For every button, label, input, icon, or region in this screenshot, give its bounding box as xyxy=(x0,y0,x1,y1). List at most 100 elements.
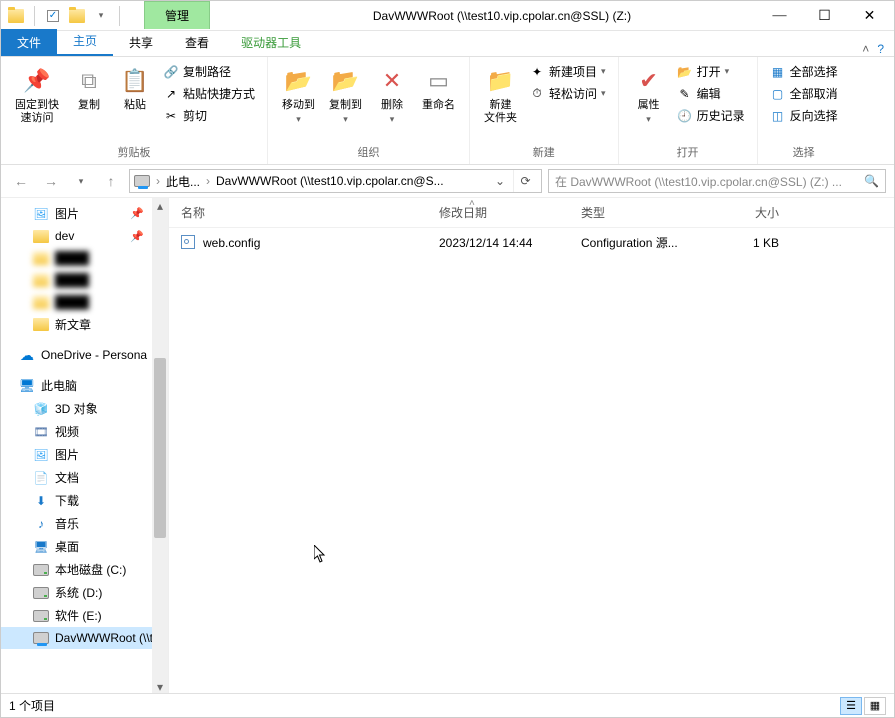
copy-path-button[interactable]: 🔗复制路径 xyxy=(159,61,259,82)
selectnone-icon: ▢ xyxy=(770,86,786,102)
cut-button[interactable]: ✂剪切 xyxy=(159,105,259,126)
scroll-up-icon[interactable]: ▴ xyxy=(152,198,168,214)
tab-drive-tools[interactable]: 驱动器工具 xyxy=(225,29,317,56)
delete-icon: ✕ xyxy=(376,65,408,97)
pc-icon: 🖥 xyxy=(19,378,35,394)
file-list[interactable]: ˄ 名称 修改日期 类型 大小 web.config 2023/12/14 14… xyxy=(169,198,894,695)
up-button[interactable]: ↑ xyxy=(99,169,123,193)
copy-button[interactable]: ⧉ 复制 xyxy=(67,61,111,116)
search-icon: 🔍 xyxy=(864,174,879,188)
download-icon: ⬇ xyxy=(33,493,49,509)
tree-item-local-c[interactable]: 本地磁盘 (C:) xyxy=(1,558,168,581)
rename-button[interactable]: ▭重命名 xyxy=(416,61,461,116)
delete-button[interactable]: ✕删除▾ xyxy=(370,61,414,129)
select-none-button[interactable]: ▢全部取消 xyxy=(766,83,842,104)
documents-icon: 📄 xyxy=(33,470,49,486)
col-date[interactable]: 修改日期 xyxy=(439,204,581,221)
back-button[interactable]: ← xyxy=(9,169,33,193)
close-button[interactable]: ✕ xyxy=(847,3,892,29)
easyaccess-icon: ⏱ xyxy=(529,86,545,102)
maximize-button[interactable]: ☐ xyxy=(802,3,847,29)
view-details-button[interactable]: ☰ xyxy=(840,697,862,715)
address-dropdown-icon[interactable]: ⌄ xyxy=(491,174,509,188)
file-type: Configuration 源... xyxy=(581,234,699,251)
pin-icon: 📌 xyxy=(21,65,53,97)
open-button[interactable]: 📂打开 ▾ xyxy=(673,61,749,82)
qat-dropdown-icon[interactable]: ▾ xyxy=(92,7,110,25)
pin-indicator-icon: 📌 xyxy=(130,207,144,220)
history-button[interactable]: 🕘历史记录 xyxy=(673,105,749,126)
paste-button[interactable]: 📋 粘贴 xyxy=(113,61,157,116)
file-row[interactable]: web.config 2023/12/14 14:44 Configuratio… xyxy=(169,228,894,257)
tree-item-hidden[interactable]: ████ xyxy=(1,291,168,313)
column-headers[interactable]: 名称 修改日期 类型 大小 xyxy=(169,198,894,228)
minimize-button[interactable]: — xyxy=(757,3,802,29)
tree-item-hidden[interactable]: ████ xyxy=(1,247,168,269)
tree-item-dav[interactable]: DavWWWRoot (\\t xyxy=(1,627,168,649)
tree-item-sys-d[interactable]: 系统 (D:) xyxy=(1,581,168,604)
tree-item-downloads[interactable]: ⬇下载 xyxy=(1,489,168,512)
sort-indicator-icon: ˄ xyxy=(469,198,475,209)
view-icons-button[interactable]: ▦ xyxy=(864,697,886,715)
ribbon: 📌 固定到快 速访问 ⧉ 复制 📋 粘贴 🔗复制路径 ↗粘贴快捷方式 ✂剪切 剪… xyxy=(1,57,894,165)
tree-item-dev[interactable]: dev📌 xyxy=(1,225,168,247)
onedrive-icon: ☁ xyxy=(19,347,35,363)
path-icon: 🔗 xyxy=(163,64,179,80)
tree-item-pictures[interactable]: 🖼图片 xyxy=(1,443,168,466)
properties-icon: ✔ xyxy=(633,65,665,97)
easy-access-button[interactable]: ⏱轻松访问 ▾ xyxy=(525,83,610,104)
tree-item-desktop[interactable]: 🖥桌面 xyxy=(1,535,168,558)
col-type[interactable]: 类型 xyxy=(581,204,699,221)
tree-item-videos[interactable]: 🎞视频 xyxy=(1,420,168,443)
tab-file[interactable]: 文件 xyxy=(1,29,57,56)
app-folder-icon xyxy=(7,7,25,25)
recent-dropdown[interactable]: ▾ xyxy=(69,169,93,193)
help-icon[interactable]: ? xyxy=(877,42,884,56)
tree-item-documents[interactable]: 📄文档 xyxy=(1,466,168,489)
tree-item-soft-e[interactable]: 软件 (E:) xyxy=(1,604,168,627)
ribbon-group-select: ▦全部选择 ▢全部取消 ◫反向选择 选择 xyxy=(758,57,850,164)
contextual-tab-manage[interactable]: 管理 xyxy=(144,1,210,29)
clipboard-group-label: 剪贴板 xyxy=(118,142,151,162)
invert-selection-button[interactable]: ◫反向选择 xyxy=(766,105,842,126)
tree-item-music[interactable]: ♪音乐 xyxy=(1,512,168,535)
move-to-button[interactable]: 📂移动到▾ xyxy=(276,61,321,129)
paste-icon: 📋 xyxy=(119,65,151,97)
new-item-button[interactable]: ✦新建项目 ▾ xyxy=(525,61,610,82)
edit-button[interactable]: ✎编辑 xyxy=(673,83,749,104)
new-folder-button[interactable]: 📁新建 文件夹 xyxy=(478,61,523,129)
tree-scrollbar[interactable]: ▴ ▾ xyxy=(152,198,168,695)
new-folder-icon: 📁 xyxy=(485,65,517,97)
ribbon-group-new: 📁新建 文件夹 ✦新建项目 ▾ ⏱轻松访问 ▾ 新建 xyxy=(470,57,619,164)
pin-quickaccess-button[interactable]: 📌 固定到快 速访问 xyxy=(9,61,65,129)
address-bar[interactable]: › 此电... › DavWWWRoot (\\test10.vip.cpola… xyxy=(129,169,542,193)
file-date: 2023/12/14 14:44 xyxy=(439,236,581,250)
tab-view[interactable]: 查看 xyxy=(169,29,225,56)
scissors-icon: ✂ xyxy=(163,108,179,124)
search-box[interactable]: 在 DavWWWRoot (\\test10.vip.cpolar.cn@SSL… xyxy=(548,169,886,193)
ribbon-collapse-icon[interactable]: ˄ xyxy=(862,42,869,56)
col-size[interactable]: 大小 xyxy=(699,204,779,221)
scroll-thumb[interactable] xyxy=(154,358,166,538)
refresh-button[interactable]: ⟳ xyxy=(513,170,537,192)
navigation-tree[interactable]: 🖼图片📌 dev📌 ████ ████ ████ 新文章 ☁OneDrive -… xyxy=(1,198,169,695)
tab-home[interactable]: 主页 xyxy=(57,27,113,56)
tree-item-hidden[interactable]: ████ xyxy=(1,269,168,291)
properties-button[interactable]: ✔属性▾ xyxy=(627,61,671,129)
shortcut-icon: ↗ xyxy=(163,86,179,102)
tree-item-new-article[interactable]: 新文章 xyxy=(1,313,168,336)
tree-item-pictures-qa[interactable]: 🖼图片📌 xyxy=(1,202,168,225)
tree-item-this-pc[interactable]: 🖥此电脑 xyxy=(1,374,168,397)
breadcrumb-pc[interactable]: 此电... xyxy=(166,173,200,190)
paste-shortcut-button[interactable]: ↗粘贴快捷方式 xyxy=(159,83,259,104)
tree-item-onedrive[interactable]: ☁OneDrive - Persona xyxy=(1,344,168,366)
tree-item-3dobjects[interactable]: 🧊3D 对象 xyxy=(1,397,168,420)
select-all-button[interactable]: ▦全部选择 xyxy=(766,61,842,82)
breadcrumb-path[interactable]: DavWWWRoot (\\test10.vip.cpolar.cn@S... xyxy=(216,174,444,188)
tab-share[interactable]: 共享 xyxy=(113,29,169,56)
qat-properties-icon[interactable] xyxy=(44,7,62,25)
qat-newfolder-icon[interactable] xyxy=(68,7,86,25)
copy-to-button[interactable]: 📂复制到▾ xyxy=(323,61,368,129)
forward-button[interactable]: → xyxy=(39,169,63,193)
col-name[interactable]: 名称 xyxy=(181,204,439,221)
